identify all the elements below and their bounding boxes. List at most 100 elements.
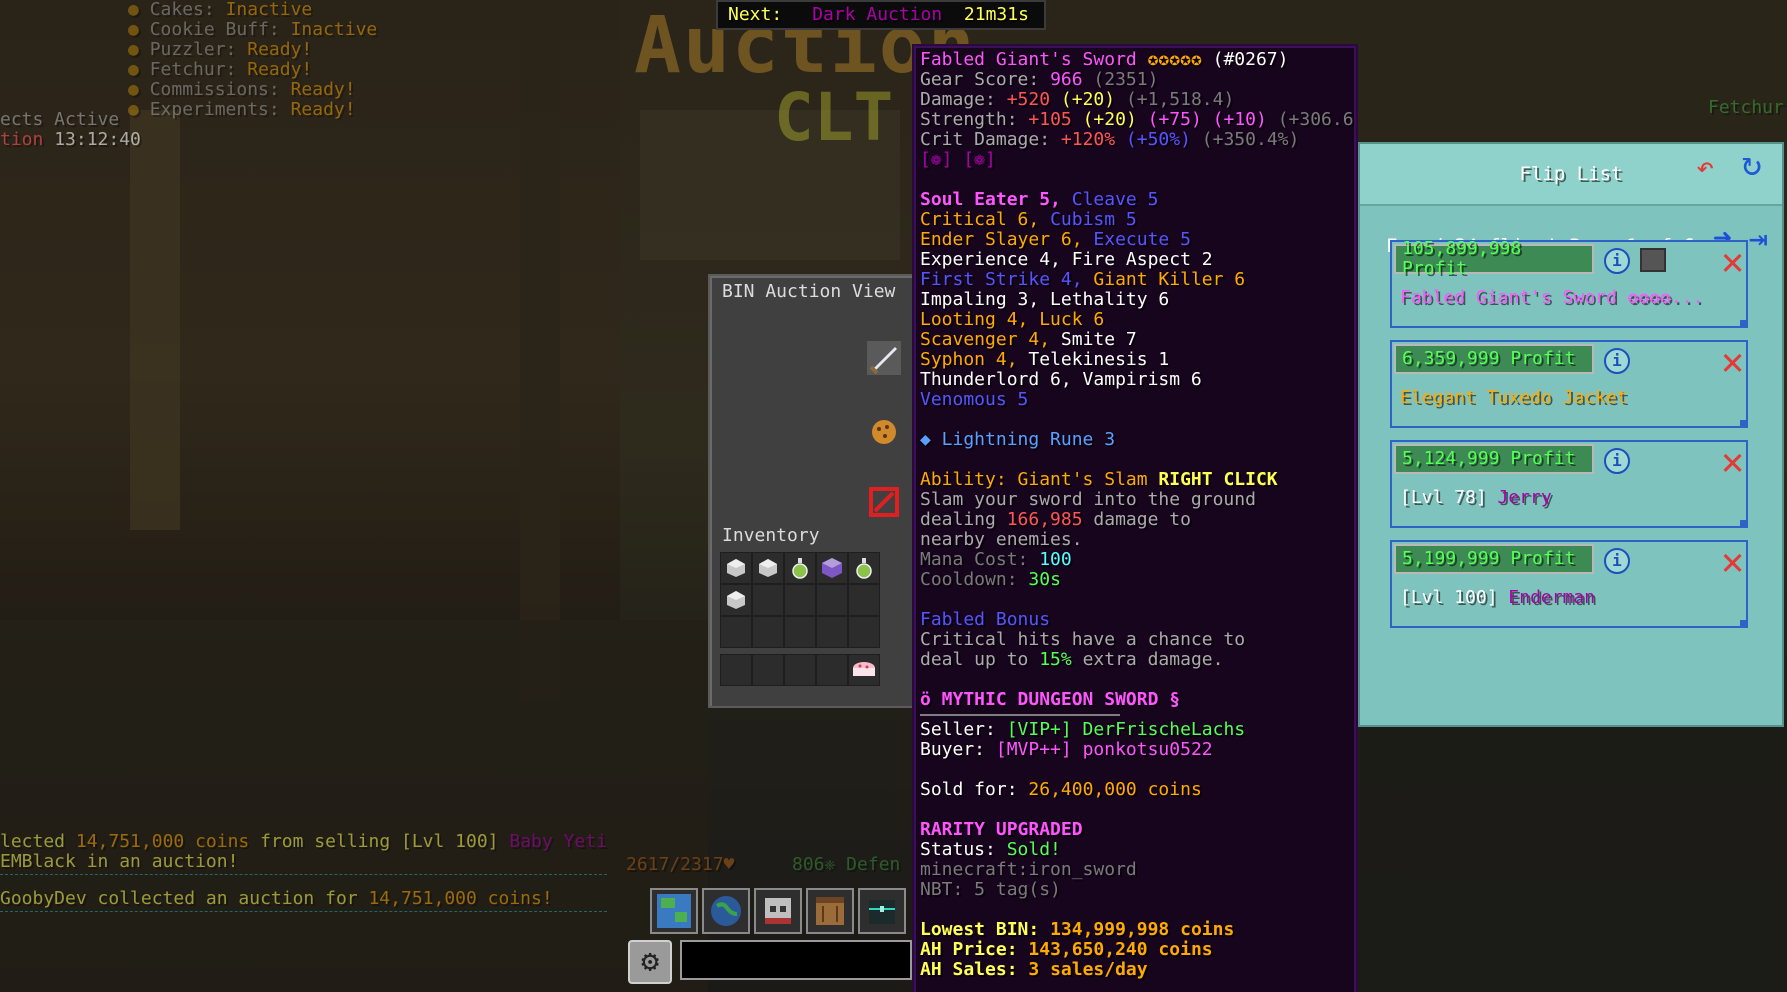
scoreboard-value: Ready! <box>247 39 313 60</box>
ench-telekinesis: Telekinesis 1 <box>1028 349 1170 370</box>
strength-d: (+10) <box>1212 109 1267 130</box>
ench-cleave: Cleave 5 <box>1071 189 1159 210</box>
empty-slot[interactable] <box>784 584 816 616</box>
undo-icon[interactable]: ↶ <box>1696 153 1714 183</box>
effects-line: ects Active <box>0 109 120 130</box>
flip-profit: 5,124,999 Profit <box>1394 444 1594 474</box>
ench-soul-eater: Soul Eater 5, <box>920 189 1061 210</box>
crit-label: Crit Damage: <box>920 129 1051 150</box>
ench-venomous: Venomous 5 <box>920 389 1029 410</box>
ench-scavenger: Scavenger 4, <box>920 329 1051 350</box>
globe-icon[interactable] <box>702 888 750 934</box>
sword-item-icon[interactable] <box>866 340 902 376</box>
settings-gear-icon[interactable]: ⚙ <box>628 940 672 984</box>
scoreboard-label: Commissions: <box>149 79 280 100</box>
lbin-value: 134,999,998 coins <box>1050 919 1235 940</box>
flip-item-name: [Lvl 78] Jerry <box>1400 488 1552 508</box>
cookie-item-icon[interactable] <box>866 414 902 450</box>
dark-auction-timer: Next: Dark Auction 21m31s <box>716 0 1046 30</box>
cake-icon[interactable] <box>848 654 880 686</box>
item-name: Fabled Giant's Sword <box>920 49 1137 70</box>
ability-trigger: RIGHT CLICK <box>1158 469 1278 490</box>
empty-slot[interactable] <box>752 654 784 686</box>
timer-time: 21m31s <box>963 4 1029 25</box>
strength-label: Strength: <box>920 109 1018 130</box>
info-icon[interactable]: i <box>1604 548 1630 574</box>
flip-profit: 6,359,999 Profit <box>1394 344 1594 374</box>
info-icon[interactable]: i <box>1604 348 1630 374</box>
empty-slot[interactable] <box>848 584 880 616</box>
seller: [VIP+] DerFrischeLachs <box>1006 719 1246 740</box>
item-name: Enderman <box>1508 587 1596 608</box>
remove-flip-icon[interactable]: ✕ <box>1721 242 1744 280</box>
ender-chest-icon[interactable] <box>858 888 906 934</box>
tooltip-separator <box>920 714 1120 716</box>
bullet-icon: ● <box>128 0 150 20</box>
flip-card[interactable]: 5,124,999 Profit i ✕ [Lvl 78] Jerry <box>1390 440 1748 528</box>
skull-icon[interactable] <box>754 888 802 934</box>
remove-flip-icon[interactable]: ✕ <box>1721 442 1744 480</box>
fabled-bonus-1: Critical hits have a chance to <box>920 629 1246 650</box>
storage-chest-icon[interactable] <box>720 584 752 616</box>
chat-text: lected <box>0 831 66 852</box>
item-minecraft-id: minecraft:iron_sword <box>920 859 1137 880</box>
flip-profit: 5,199,999 Profit <box>1394 544 1594 574</box>
remove-flip-icon[interactable]: ✕ <box>1721 542 1744 580</box>
rarity-line: ö MYTHIC DUNGEON SWORD § <box>920 689 1181 710</box>
world-icon[interactable] <box>650 888 698 934</box>
flip-card[interactable]: 6,359,999 Profit i ✕ Elegant Tuxedo Jacket <box>1390 340 1748 428</box>
storage-chest-icon[interactable] <box>752 552 784 584</box>
ah-sales-value: 3 sales/day <box>1028 959 1148 980</box>
fabled-bonus-pct: 15% <box>1039 649 1072 670</box>
ench-line-6: Impaling 3, Lethality 6 <box>920 289 1170 310</box>
strength-value: +105 <box>1028 109 1072 130</box>
mana-cost-label: Mana Cost: <box>920 549 1029 570</box>
crafting-table-icon[interactable] <box>806 888 854 934</box>
ability-desc-1: Slam your sword into the ground <box>920 489 1256 510</box>
scoreboard-row: ● Puzzler: Ready! <box>128 40 377 60</box>
empty-slot[interactable] <box>816 616 848 648</box>
damage-label: Damage: <box>920 89 996 110</box>
crit-b: (+50%) <box>1125 129 1191 150</box>
empty-slot[interactable] <box>720 616 752 648</box>
purple-crate-icon[interactable] <box>816 552 848 584</box>
chat-text: GoobyDev collected an auction for <box>0 888 358 909</box>
barrier-item-icon[interactable] <box>866 484 902 520</box>
info-icon[interactable]: i <box>1604 448 1630 474</box>
empty-slot[interactable] <box>784 654 816 686</box>
bullet-icon: ● <box>128 79 150 100</box>
flip-item-name: Elegant Tuxedo Jacket <box>1400 388 1628 408</box>
empty-slot[interactable] <box>816 584 848 616</box>
remove-flip-icon[interactable]: ✕ <box>1721 342 1744 380</box>
crit-c: (+350.4%) <box>1201 129 1300 150</box>
gem-slots: [❁] [❁] <box>920 149 996 170</box>
ability-desc-2c: damage to <box>1093 509 1191 530</box>
scoreboard-value: Ready! <box>247 59 313 80</box>
potion-icon[interactable] <box>848 552 880 584</box>
scoreboard-value: Inactive <box>290 19 378 40</box>
ench-line-10: Thunderlord 6, Vampirism 6 <box>920 369 1202 390</box>
gear-score: 966 <box>1050 69 1083 90</box>
timer-event: Dark Auction <box>812 4 943 25</box>
last-page-arrow-icon[interactable]: ⇥ <box>1749 222 1768 254</box>
flip-list-title: Flip List <box>1519 163 1623 185</box>
empty-slot[interactable] <box>752 584 784 616</box>
flip-card[interactable]: 5,199,999 Profit i ✕ [Lvl 100] Enderman <box>1390 540 1748 628</box>
ability-name: Ability: Giant's Slam <box>920 469 1148 490</box>
empty-slot[interactable] <box>752 616 784 648</box>
empty-slot[interactable] <box>816 654 848 686</box>
chat-input[interactable] <box>680 940 912 980</box>
storage-chest-icon[interactable] <box>720 552 752 584</box>
scoreboard-value: Inactive <box>225 0 313 20</box>
flip-card[interactable]: 105,899,998 Profit i ✕ Fabled Giant's Sword… <box>1390 239 1748 328</box>
info-icon[interactable]: i <box>1604 248 1630 274</box>
empty-slot[interactable] <box>848 616 880 648</box>
refresh-icon[interactable]: ↻ <box>1742 147 1762 181</box>
empty-slot[interactable] <box>784 616 816 648</box>
item-name: Fabled Giant's Sword ✪✪✪✪... <box>1400 287 1704 308</box>
ability-desc-3: nearby enemies. <box>920 529 1083 550</box>
potion-icon[interactable] <box>784 552 816 584</box>
item-id: (#0267) <box>1212 49 1289 70</box>
empty-slot[interactable] <box>720 654 752 686</box>
fetchur-label: Fetchur <box>1708 97 1784 118</box>
